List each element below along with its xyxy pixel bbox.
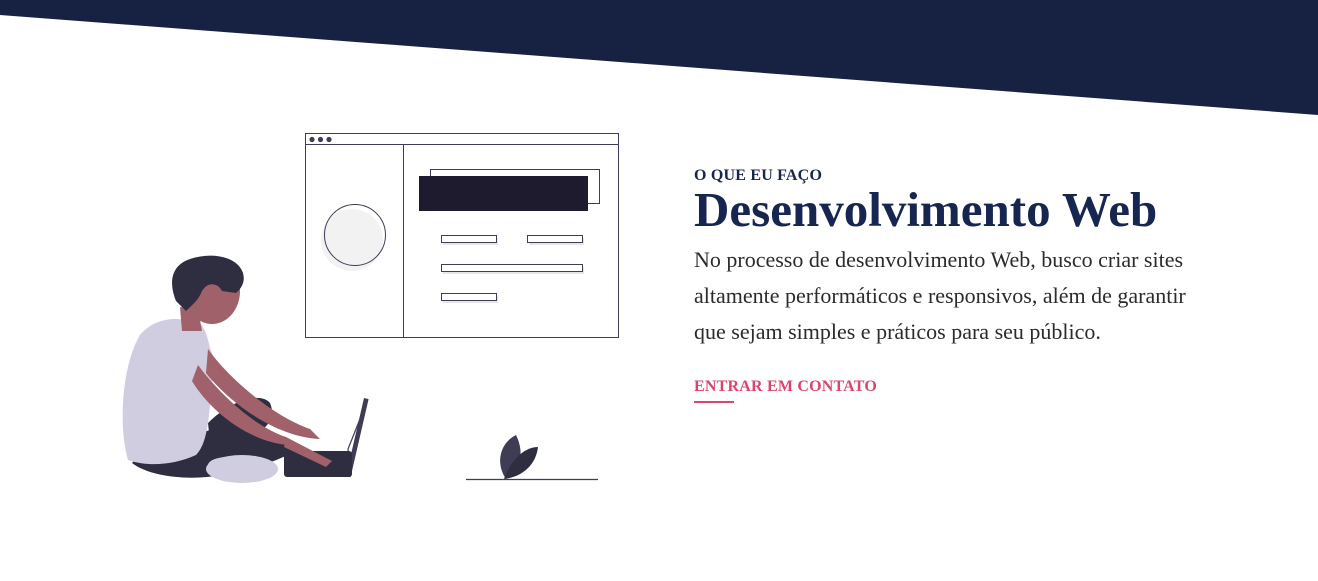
contact-link-label: ENTRAR EM CONTATO	[694, 378, 877, 395]
contact-link[interactable]: ENTRAR EM CONTATO	[694, 377, 877, 403]
plant-icon	[466, 435, 598, 481]
section-description: No processo de desenvolvimento Web, busc…	[694, 247, 1186, 344]
web-development-illustration	[122, 133, 619, 483]
service-content: O QUE EU FAÇO Desenvolvimento Web No pro…	[694, 166, 1194, 403]
browser-window-icon	[305, 133, 619, 338]
section-title: Desenvolvimento Web	[694, 182, 1158, 237]
contact-link-underline	[694, 401, 734, 403]
top-diagonal-band	[0, 0, 1318, 115]
page: O QUE EU FAÇO Desenvolvimento Web No pro…	[0, 0, 1318, 581]
